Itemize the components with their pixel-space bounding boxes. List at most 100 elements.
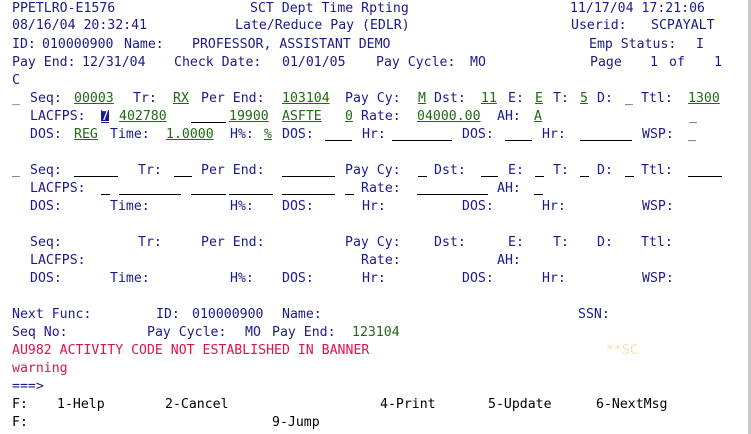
f1-help-button[interactable]: 1-Help [57,398,105,411]
footer-pay-cycle-label: Pay Cycle: [147,325,227,340]
dos3-label: DOS: [462,127,494,142]
lacfps-s-input-2[interactable] [345,181,354,195]
ah-label-2: AH: [497,181,521,196]
hr-label-2: Hr: [362,199,386,214]
terminal-screen: PPETLRO-E1576 SCT Dept Time Rpting 11/17… [0,0,751,434]
dst-input-2[interactable] [481,163,498,177]
hr2-label-2: Hr: [542,199,566,214]
page-number: 1 [650,55,658,70]
pay-end-label: Pay End: [12,55,76,70]
check-date-value: 01/01/05 [282,55,346,70]
footer-name-label: Name: [282,307,322,322]
pay-cy-label: Pay Cy: [345,91,401,106]
e-label: E: [508,91,524,106]
dos-label: DOS: [30,127,62,142]
screen-subtitle: Late/Reduce Pay (EDLR) [235,18,410,33]
f6-nextmsg-button[interactable]: 6-NextMsg [596,398,667,411]
select-marker-2[interactable]: _ [12,164,20,177]
ttl-input-2[interactable] [688,163,722,177]
t-input-2[interactable] [580,163,589,177]
seq-input[interactable]: 00003 [74,92,114,105]
ah-label-3: AH: [497,253,521,268]
dos3-input[interactable] [505,127,532,141]
hr2-input[interactable] [580,127,632,141]
extra-indicator[interactable]: _ [689,110,697,123]
lacfps-f-input[interactable]: 19900 [229,110,269,123]
dos2-input[interactable] [325,127,352,141]
screen-title: SCT Dept Time Rpting [250,1,409,16]
tr-label-3: Tr: [138,235,162,250]
command-input[interactable] [52,379,112,392]
lacfps-c-input[interactable] [191,109,226,123]
lacfps-p-input-2[interactable] [282,181,335,195]
per-end-input-2[interactable] [282,163,335,177]
next-func-label: Next Func: [12,307,92,322]
footer-pay-end-value: 123104 [352,325,400,340]
hpct-label-3: H%: [230,271,254,286]
per-end-label-2: Per End: [201,163,265,178]
footer-pay-cycle-value: MO [245,325,261,340]
pay-cy-label-3: Pay Cy: [345,235,401,250]
hr-label: Hr: [362,127,386,142]
lacfps-c-input-2[interactable] [191,181,226,195]
f4-print-button[interactable]: 4-Print [380,398,436,411]
lacfps-l-input-2[interactable] [101,181,110,195]
name-value: PROFESSOR, ASSISTANT DEMO [192,37,391,52]
lacfps-f-input-2[interactable] [229,181,273,195]
hpct-input[interactable]: % [264,128,272,141]
tr-input-2[interactable] [174,163,192,177]
rate-input-2[interactable] [417,181,488,195]
error-message: AU982 ACTIVITY CODE NOT ESTABLISHED IN B… [12,343,370,358]
page-total: 1 [714,55,722,70]
seq-input-2[interactable] [74,163,118,177]
e-input-2[interactable] [535,163,544,177]
d-label: D: [597,91,613,106]
f9-jump-button[interactable]: 9-Jump [272,416,320,429]
t-input[interactable]: 5 [580,92,588,105]
time-input[interactable]: 1.0000 [166,128,214,141]
ttl-input[interactable]: 1300 [688,92,720,105]
tr-label: Tr: [133,91,157,106]
per-end-label-3: Per End: [201,235,265,250]
lacfps-s-input[interactable]: 0 [345,110,353,123]
e-input[interactable]: E [535,92,543,105]
hr-input[interactable] [392,127,452,141]
pay-cy-input-2[interactable] [418,163,427,177]
dst-label-2: Dst: [434,163,466,178]
d-input-2[interactable] [625,163,634,177]
lacfps-p-input[interactable]: ASFTE [282,110,322,123]
f2-cancel-button[interactable]: 2-Cancel [165,398,229,411]
per-end-input[interactable]: 103104 [282,92,330,105]
footer-id-label: ID: [156,307,180,322]
hpct-label-2: H%: [230,199,254,214]
d-label-2: D: [597,163,613,178]
ah-input[interactable]: A [534,110,542,123]
wsp-label-2: WSP: [642,199,674,214]
lacfps-l-input[interactable]: 7 [101,110,109,124]
dst-label-3: Dst: [434,235,466,250]
fkeys-label: F: [12,397,28,412]
pay-cy-input[interactable]: M [418,92,426,105]
lacfps-a-input-2[interactable] [119,181,181,195]
dst-input[interactable]: 11 [481,92,497,105]
d-input[interactable]: _ [625,92,633,105]
tr-input[interactable]: RX [173,92,189,105]
current-datetime: 11/17/04 17:21:06 [570,1,705,16]
lacfps-label-2: LACFPS: [30,181,86,196]
dos-input[interactable]: REG [74,128,98,141]
wsp-label-3: WSP: [642,271,674,286]
rate-label-2: Rate: [361,181,401,196]
f5-update-button[interactable]: 5-Update [488,398,552,411]
rate-input[interactable]: 04000.00 [417,110,481,123]
seq-label-2: Seq: [30,163,62,178]
check-date-label: Check Date: [174,55,262,70]
tr-label-2: Tr: [138,163,162,178]
rate-label: Rate: [361,109,401,124]
ah-input-2[interactable] [534,181,543,195]
wsp-input[interactable]: _ [688,128,696,141]
id-value: 010000900 [42,37,114,52]
program-id: PPETLRO-E1576 [12,1,116,16]
lacfps-a-input[interactable]: 402780 [119,110,167,123]
wsp-label: WSP: [642,127,674,142]
ttl-label: Ttl: [641,91,673,106]
